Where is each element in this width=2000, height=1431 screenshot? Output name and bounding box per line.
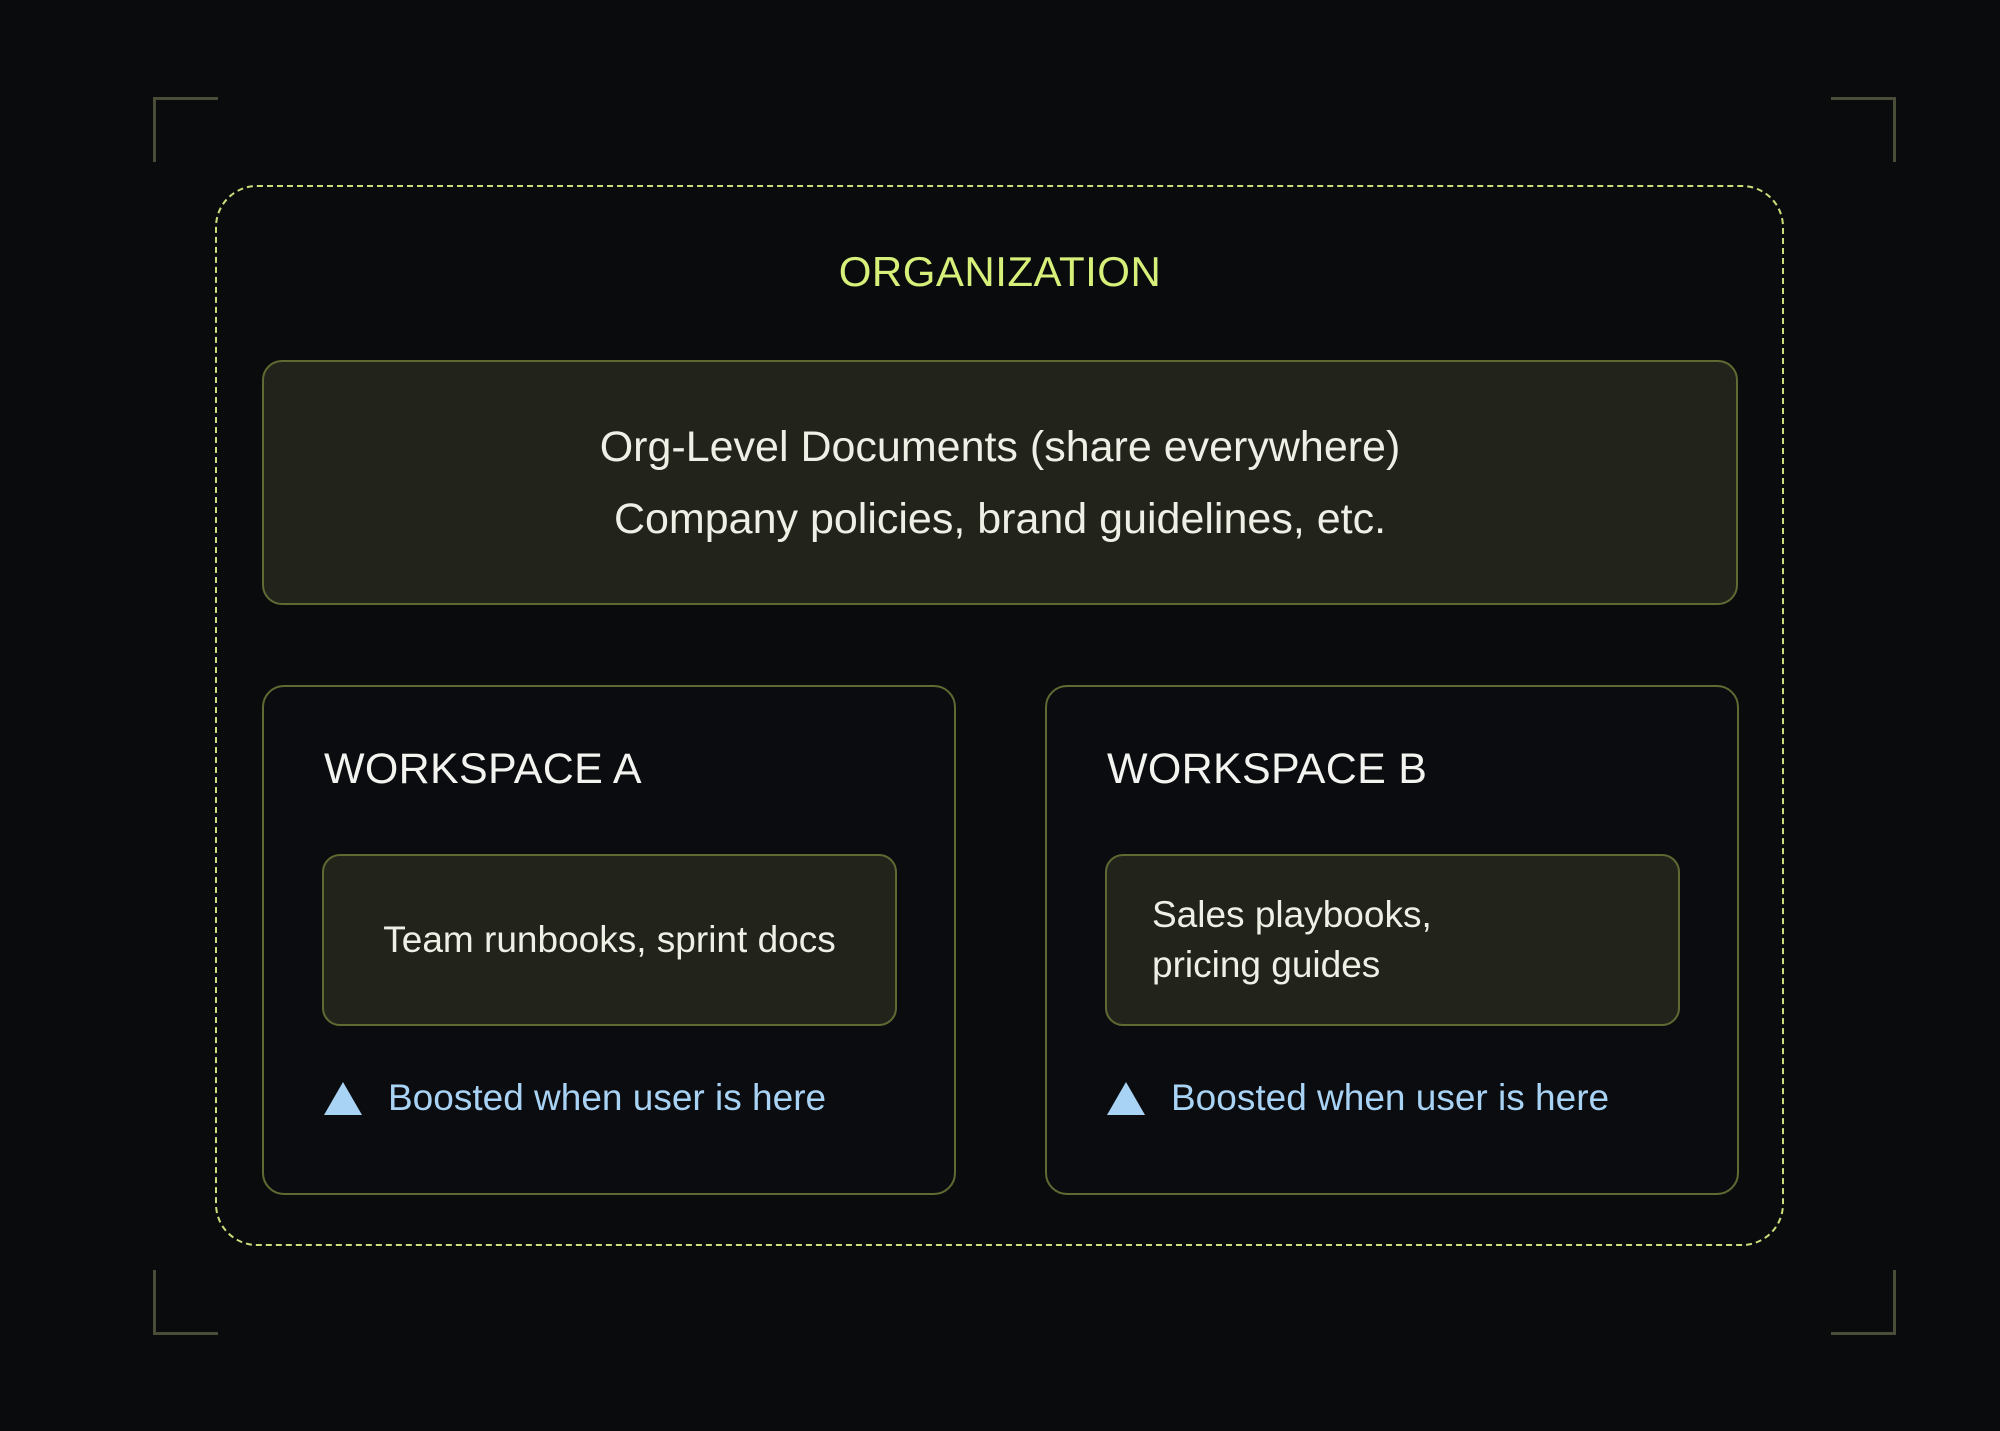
org-docs-heading: Org-Level Documents (share everywhere) — [599, 422, 1401, 471]
corner-bracket-bottom-left — [153, 1270, 218, 1335]
corner-bracket-top-left — [153, 97, 218, 162]
workspace-a-title: WORKSPACE A — [324, 745, 642, 793]
workspace-b-panel: WORKSPACE B Sales playbooks, pricing gui… — [1045, 685, 1739, 1195]
workspace-b-title: WORKSPACE B — [1107, 745, 1428, 793]
workspace-b-docs-box: Sales playbooks, pricing guides — [1105, 854, 1680, 1026]
workspace-b-boost-label: Boosted when user is here — [1171, 1077, 1610, 1118]
organization-title: ORGANIZATION — [838, 248, 1162, 295]
diagram-canvas: ORGANIZATION Org-Level Documents (share … — [0, 0, 2000, 1431]
workspace-a-panel: WORKSPACE A Team runbooks, sprint docs B… — [262, 685, 956, 1195]
workspace-a-docs-text: Team runbooks, sprint docs — [383, 919, 836, 960]
corner-bracket-bottom-right — [1831, 1270, 1896, 1335]
org-docs-description: Company policies, brand guidelines, etc. — [613, 494, 1387, 543]
triangle-up-icon — [1107, 1081, 1145, 1115]
corner-bracket-top-right — [1831, 97, 1896, 162]
workspace-b-boost-note: Boosted when user is here — [1107, 1077, 1609, 1119]
workspace-a-boost-label: Boosted when user is here — [388, 1077, 827, 1118]
workspace-b-docs-line2: pricing guides — [1152, 944, 1381, 985]
workspace-a-docs-box: Team runbooks, sprint docs — [322, 854, 897, 1026]
org-level-documents-box: Org-Level Documents (share everywhere) C… — [262, 360, 1738, 605]
triangle-up-icon — [324, 1081, 362, 1115]
workspace-b-docs-line1: Sales playbooks, — [1152, 894, 1432, 935]
workspace-a-boost-note: Boosted when user is here — [324, 1077, 826, 1119]
